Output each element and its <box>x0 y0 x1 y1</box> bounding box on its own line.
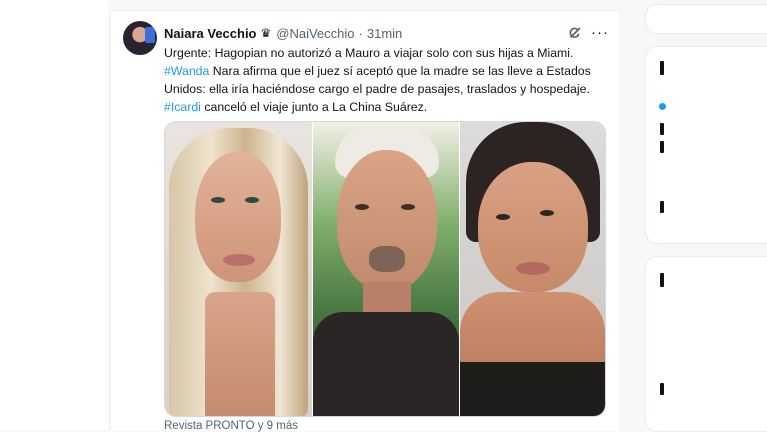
author-handle[interactable]: @NaiVecchio <box>276 26 354 41</box>
page-left-margin <box>0 0 108 430</box>
media-photo[interactable] <box>165 122 312 416</box>
tweet-text-line: #Wanda Nara afirma que el juez sí aceptó… <box>164 62 604 80</box>
beard <box>369 246 405 272</box>
media-source[interactable]: Revista PRONTO y 9 más <box>164 420 298 432</box>
sidebar-text-fragment <box>660 61 664 75</box>
tweet-text-line: Unidos: ella iría haciéndose cargo el pa… <box>164 82 590 96</box>
more-icon[interactable]: ··· <box>591 24 609 41</box>
author-avatar[interactable] <box>123 21 157 55</box>
eye <box>401 204 415 210</box>
eye <box>211 197 225 203</box>
grok-icon[interactable] <box>568 26 582 40</box>
sidebar-dot-icon <box>659 103 666 110</box>
media-photo[interactable] <box>460 122 605 416</box>
tweet[interactable]: Naiara Vecchio ♛ @NaiVecchio · 31min ···… <box>110 10 620 432</box>
tweet-media-grid[interactable] <box>164 121 606 417</box>
tweet-text: Urgente: Hagopian no autorizó a Mauro a … <box>164 44 604 116</box>
lips <box>516 262 550 275</box>
eye <box>245 197 259 203</box>
sidebar-text-fragment <box>660 201 664 213</box>
neck <box>205 292 275 416</box>
tweet-text-fragment: canceló el viaje junto a La China Suárez… <box>200 100 428 114</box>
tweet-header: Naiara Vecchio ♛ @NaiVecchio · 31min <box>164 24 402 42</box>
sidebar-text-fragment <box>660 273 664 287</box>
crown-badge-icon: ♛ <box>260 26 272 40</box>
top <box>460 362 605 416</box>
shoulders <box>460 292 605 372</box>
tweet-text-fragment: Nara afirma que el juez sí aceptó que la… <box>209 64 591 78</box>
author-name[interactable]: Naiara Vecchio <box>164 26 257 41</box>
tweet-time[interactable]: 31min <box>367 26 402 41</box>
sidebar-text-fragment <box>660 141 664 153</box>
sidebar-card <box>645 4 767 34</box>
eye <box>540 210 554 216</box>
separator: · <box>358 25 363 41</box>
sidebar-card[interactable] <box>645 46 767 244</box>
sidebar-text-fragment <box>660 123 664 135</box>
eye <box>355 204 369 210</box>
tweet-text-line: #Icardi canceló el viaje junto a La Chin… <box>164 98 604 116</box>
tweet-text-line: Urgente: Hagopian no autorizó a Mauro a … <box>164 46 574 60</box>
eye <box>496 214 510 220</box>
hashtag-link[interactable]: #Icardi <box>164 100 201 114</box>
hashtag-link[interactable]: #Wanda <box>164 64 209 78</box>
sidebar-text-fragment <box>660 383 664 395</box>
sidebar-card[interactable] <box>645 256 767 432</box>
lips <box>223 254 255 266</box>
shirt <box>313 312 459 416</box>
media-photo[interactable] <box>313 122 459 416</box>
